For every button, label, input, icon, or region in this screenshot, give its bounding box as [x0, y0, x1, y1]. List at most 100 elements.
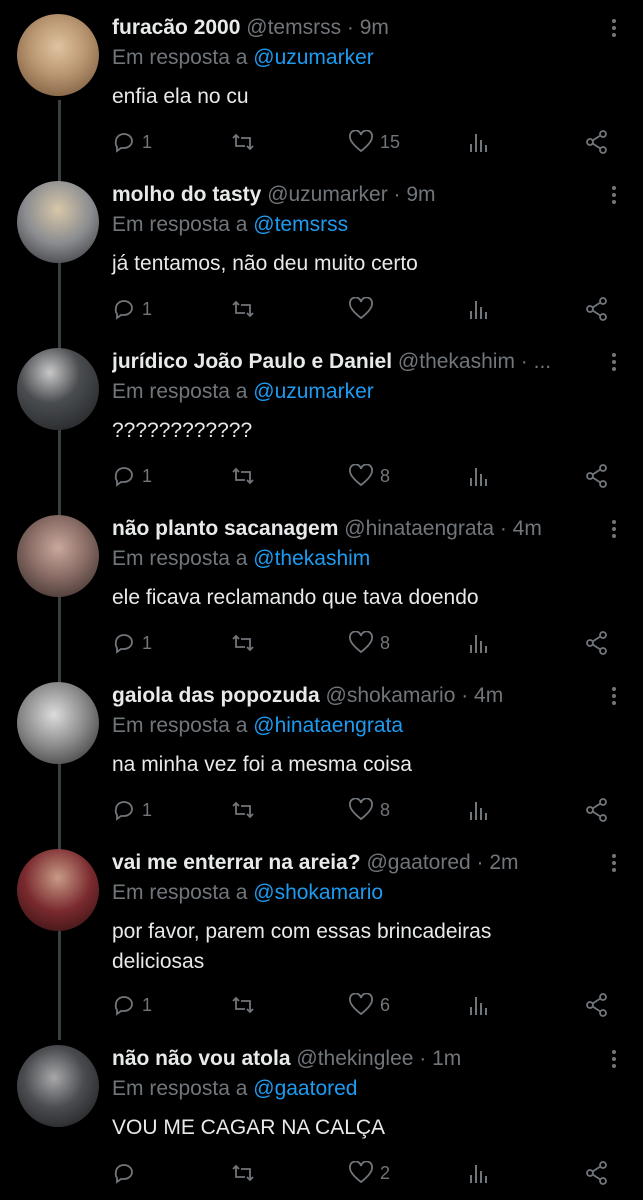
tweet[interactable]: jurídico João Paulo e Daniel @thekashim … — [0, 348, 643, 498]
tweet[interactable]: não não vou atola @thekinglee · 1m Em re… — [0, 1045, 643, 1195]
reply-context: Em resposta a @gaatored — [112, 1077, 358, 1100]
handle[interactable]: @gaatored · 2m — [366, 851, 518, 874]
mention-link[interactable]: @uzumarker — [253, 380, 374, 403]
reply-button[interactable]: 1 — [112, 991, 152, 1019]
display-name[interactable]: furacão 2000 — [112, 16, 240, 39]
avatar[interactable] — [17, 181, 99, 263]
tweet[interactable]: molho do tasty @uzumarker · 9m Em respos… — [0, 181, 643, 331]
share-button[interactable] — [584, 295, 610, 323]
tweet-header: vai me enterrar na areia? @gaatored · 2m — [112, 849, 582, 877]
retweet-button[interactable] — [230, 991, 256, 1019]
more-icon[interactable] — [604, 684, 624, 710]
mention-link[interactable]: @hinataengrata — [253, 714, 403, 737]
like-button[interactable]: 8 — [348, 462, 390, 490]
retweet-icon — [232, 996, 254, 1014]
handle[interactable]: @temsrss · 9m — [246, 16, 389, 39]
analytics-button[interactable] — [468, 295, 490, 323]
analytics-icon — [470, 635, 487, 653]
tweet[interactable]: gaiola das popozuda @shokamario · 4m Em … — [0, 682, 643, 832]
tweet-text: na minha vez foi a mesma coisa — [112, 753, 412, 776]
handle[interactable]: @thekinglee · 1m — [296, 1047, 461, 1070]
display-name[interactable]: não não vou atola — [112, 1047, 291, 1070]
more-icon[interactable] — [604, 183, 624, 209]
more-icon[interactable] — [604, 16, 624, 42]
share-icon — [586, 798, 607, 822]
like-button[interactable]: 6 — [348, 991, 390, 1019]
avatar[interactable] — [17, 682, 99, 764]
display-name[interactable]: molho do tasty — [112, 183, 261, 206]
mention-link[interactable]: @shokamario — [253, 881, 383, 904]
avatar[interactable] — [17, 348, 99, 430]
more-icon[interactable] — [604, 517, 624, 543]
display-name[interactable]: vai me enterrar na areia? — [112, 851, 361, 874]
heart-icon — [349, 130, 373, 153]
display-name[interactable]: jurídico João Paulo e Daniel — [112, 350, 392, 373]
more-icon[interactable] — [604, 1047, 624, 1073]
analytics-icon — [470, 802, 487, 820]
analytics-button[interactable] — [468, 128, 490, 156]
retweet-button[interactable] — [230, 1159, 256, 1187]
heart-icon — [349, 631, 373, 654]
display-name[interactable]: não planto sacanagem — [112, 517, 338, 540]
like-button[interactable]: 2 — [348, 1159, 390, 1187]
tweet-text: já tentamos, não deu muito certo — [112, 252, 418, 275]
reply-button[interactable]: 1 — [112, 796, 152, 824]
display-name[interactable]: gaiola das popozuda — [112, 684, 320, 707]
like-button[interactable]: 8 — [348, 629, 390, 657]
tweet-header: não planto sacanagem @hinataengrata · 4m — [112, 515, 582, 543]
avatar[interactable] — [17, 849, 99, 931]
like-button[interactable]: 15 — [348, 128, 400, 156]
analytics-button[interactable] — [468, 991, 490, 1019]
share-button[interactable] — [584, 462, 610, 490]
analytics-button[interactable] — [468, 1159, 490, 1187]
retweet-button[interactable] — [230, 629, 256, 657]
retweet-icon — [232, 801, 254, 819]
like-button[interactable]: 8 — [348, 796, 390, 824]
share-button[interactable] — [584, 1159, 610, 1187]
analytics-icon — [470, 468, 487, 486]
analytics-button[interactable] — [468, 796, 490, 824]
retweet-button[interactable] — [230, 295, 256, 323]
analytics-button[interactable] — [468, 462, 490, 490]
retweet-button[interactable] — [230, 462, 256, 490]
share-button[interactable] — [584, 128, 610, 156]
tweet[interactable]: não planto sacanagem @hinataengrata · 4m… — [0, 515, 643, 665]
tweet-header: não não vou atola @thekinglee · 1m — [112, 1045, 582, 1073]
reply-button[interactable] — [112, 1159, 142, 1187]
mention-link[interactable]: @uzumarker — [253, 46, 374, 69]
reply-context: Em resposta a @temsrss — [112, 213, 349, 236]
analytics-icon — [470, 1165, 487, 1183]
handle[interactable]: @hinataengrata · 4m — [344, 517, 542, 540]
handle[interactable]: @thekashim · ... — [398, 350, 551, 373]
mention-link[interactable]: @gaatored — [253, 1077, 357, 1100]
tweet-text: ele ficava reclamando que tava doendo — [112, 586, 479, 609]
handle[interactable]: @uzumarker · 9m — [267, 183, 435, 206]
avatar[interactable] — [17, 14, 99, 96]
tweet-header: gaiola das popozuda @shokamario · 4m — [112, 682, 582, 710]
reply-icon — [114, 467, 133, 487]
share-icon — [586, 631, 607, 655]
share-icon — [586, 993, 607, 1017]
avatar[interactable] — [17, 515, 99, 597]
mention-link[interactable]: @temsrss — [253, 213, 348, 236]
mention-link[interactable]: @thekashim — [253, 547, 370, 570]
avatar[interactable] — [17, 1045, 99, 1127]
reply-button[interactable]: 1 — [112, 128, 152, 156]
more-icon[interactable] — [604, 350, 624, 376]
more-icon[interactable] — [604, 851, 624, 877]
reply-button[interactable]: 1 — [112, 629, 152, 657]
share-button[interactable] — [584, 796, 610, 824]
tweet[interactable]: furacão 2000 @temsrss · 9m Em resposta a… — [0, 14, 643, 164]
like-button[interactable] — [348, 295, 380, 323]
reply-icon — [114, 1164, 133, 1184]
reply-button[interactable]: 1 — [112, 295, 152, 323]
analytics-button[interactable] — [468, 629, 490, 657]
tweet[interactable]: vai me enterrar na areia? @gaatored · 2m… — [0, 849, 643, 1029]
share-button[interactable] — [584, 629, 610, 657]
reply-button[interactable]: 1 — [112, 462, 152, 490]
share-button[interactable] — [584, 991, 610, 1019]
retweet-button[interactable] — [230, 796, 256, 824]
analytics-icon — [470, 134, 487, 152]
handle[interactable]: @shokamario · 4m — [326, 684, 504, 707]
retweet-button[interactable] — [230, 128, 256, 156]
